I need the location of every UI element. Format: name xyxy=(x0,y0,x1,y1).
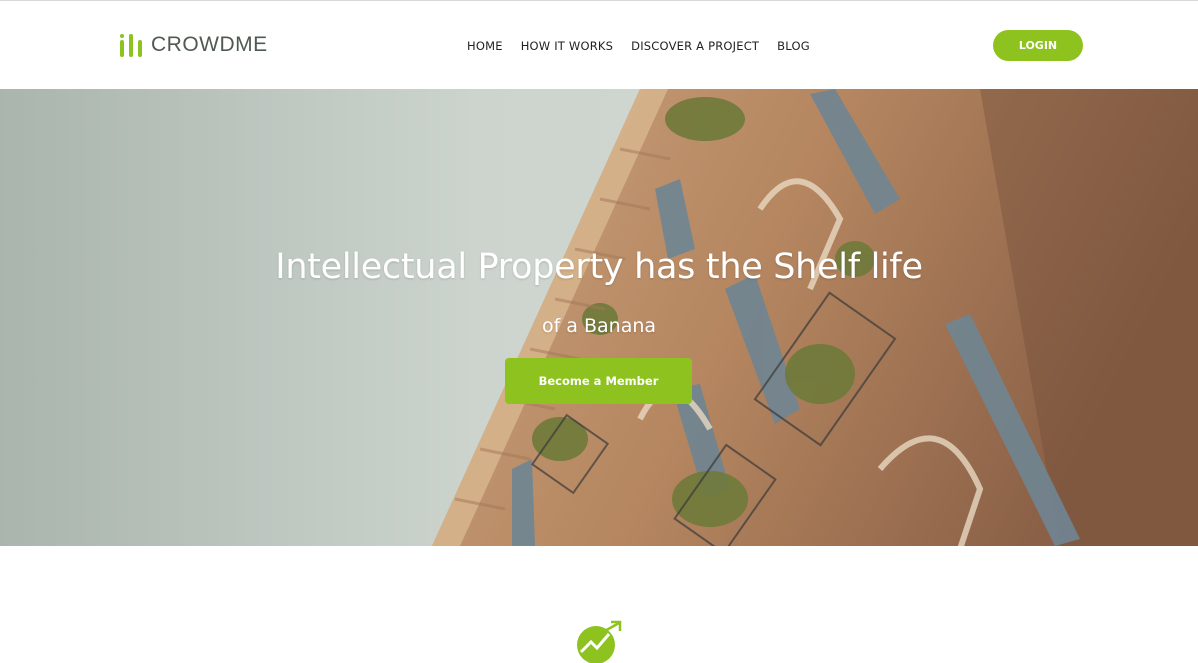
main-nav: HOME HOW IT WORKS DISCOVER A PROJECT BLO… xyxy=(467,39,810,53)
brand-name: CROWDME xyxy=(151,33,268,56)
nav-item-discover-project[interactable]: DISCOVER A PROJECT xyxy=(631,39,759,53)
hero-subtitle: of a Banana xyxy=(541,315,657,337)
become-member-button[interactable]: Become a Member xyxy=(505,358,692,404)
nav-item-how-it-works[interactable]: HOW IT WORKS xyxy=(521,39,613,53)
brand-logo-link[interactable]: CROWDME xyxy=(118,30,268,60)
site-header: CROWDME HOME HOW IT WORKS DISCOVER A PRO… xyxy=(0,0,1198,89)
nav-item-blog[interactable]: BLOG xyxy=(777,39,810,53)
nav-item-home[interactable]: HOME xyxy=(467,39,503,53)
bar-chart-logo-icon xyxy=(120,34,142,57)
landing-page: CROWDME HOME HOW IT WORKS DISCOVER A PRO… xyxy=(0,0,1198,663)
growth-arrow-icon xyxy=(577,620,622,663)
login-button[interactable]: LOGIN xyxy=(993,30,1083,61)
hero-title: Intellectual Property has the Shelf life xyxy=(275,247,923,287)
hero-section: Intellectual Property has the Shelf life… xyxy=(0,89,1198,546)
